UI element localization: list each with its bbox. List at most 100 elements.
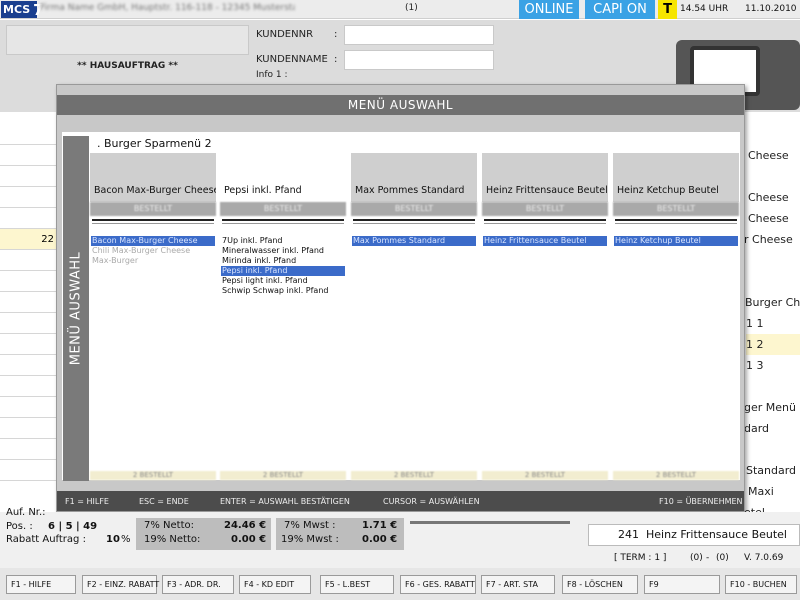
f5-lieferbest-button[interactable]: F5 - L.BEST xyxy=(320,575,394,594)
list-row-highlight: 22 xyxy=(0,229,56,250)
column-status: BESTELLT xyxy=(90,202,216,216)
f4-kunde-edit-button[interactable]: F4 - KD EDIT xyxy=(239,575,311,594)
list-row xyxy=(0,313,56,334)
menu-option[interactable]: Mineralwasser inkl. Pfand xyxy=(221,246,345,256)
menu-option-selected[interactable]: Heinz Ketchup Beutel xyxy=(614,236,738,246)
session-counter: (1) xyxy=(405,3,418,13)
column-footer: 2 BESTELLT xyxy=(220,471,346,480)
rabatt-percent: % xyxy=(121,534,131,545)
hint-esc: ESC = ENDE xyxy=(139,496,189,506)
right-list-item[interactable]: Cheese xyxy=(748,145,800,166)
last-item-name: Heinz Frittensauce Beutel xyxy=(646,528,787,541)
f3-adresse-button[interactable]: F3 - ADR. DR. xyxy=(162,575,234,594)
clock-date: 11.10.2010 xyxy=(745,4,797,14)
netto7-label: 7% Netto: xyxy=(144,520,195,531)
divider xyxy=(222,219,344,221)
progress-bar xyxy=(410,521,570,524)
f7-artikel-status-button[interactable]: F7 - ART. STA xyxy=(481,575,555,594)
kundenname-label: KUNDENNAME xyxy=(256,54,328,65)
column-header[interactable]: Bacon Max-Burger Cheese xyxy=(90,153,216,202)
kundenname-colon: : xyxy=(334,54,338,65)
divider xyxy=(353,223,475,224)
dialog-shortcut-bar: F1 = HILFE ESC = ENDE ENTER = AUSWAHL BE… xyxy=(57,491,744,511)
column-footer: 2 BESTELLT xyxy=(613,471,739,480)
list-row xyxy=(0,187,56,208)
list-row xyxy=(0,418,56,439)
rabatt-value: 10 xyxy=(106,534,120,545)
list-row xyxy=(0,250,56,271)
menu-option-selected[interactable]: Max Pommes Standard xyxy=(352,236,476,246)
dialog-title: MENÜ AUSWAHL xyxy=(57,95,744,115)
column-header[interactable]: Heinz Frittensauce Beutel xyxy=(482,153,608,202)
menu-option[interactable]: Max-Burger xyxy=(91,256,215,266)
menu-column-3[interactable]: Max Pommes Standard BESTELLT Max Pommes … xyxy=(351,153,477,480)
kundenname-input[interactable] xyxy=(344,50,494,70)
menu-option[interactable]: Bacon Max-Burger Cheese xyxy=(91,236,215,246)
right-list-item[interactable]: Standard xyxy=(746,460,800,481)
capi-status-badge: CAPI ON xyxy=(585,0,655,19)
divider xyxy=(92,219,214,221)
menu-option[interactable]: Schwip Schwap inkl. Pfand xyxy=(221,286,345,296)
right-list-item[interactable]: Cheese xyxy=(748,187,800,208)
right-list-item[interactable]: 1 1 xyxy=(746,313,800,334)
divider xyxy=(615,223,737,224)
f10-buchen-button[interactable]: F10 - BUCHEN xyxy=(725,575,797,594)
divider xyxy=(92,223,214,224)
hint-enter: ENTER = AUSWAHL BESTÄTIGEN xyxy=(220,496,350,506)
order-type-label: ** HAUSAUFTRAG ** xyxy=(77,61,178,71)
count-2: (0) xyxy=(716,553,729,563)
f2-einzel-rabatt-button[interactable]: F2 - EINZ. RABATT xyxy=(82,575,159,594)
menu-selection-dialog: MENÜ AUSWAHL MENÜ AUSWAHL . Burger Sparm… xyxy=(56,84,745,512)
online-status-badge: ONLINE xyxy=(519,0,579,19)
menu-option[interactable]: Pepsi light inkl. Pfand xyxy=(221,276,345,286)
terminal-indicator: [ TERM : 1 ] xyxy=(614,553,667,563)
right-list-item[interactable]: Maxi xyxy=(748,481,800,502)
mwst7-label: 7% Mwst : xyxy=(284,520,336,531)
rabatt-label: Rabatt Auftrag : xyxy=(6,534,86,545)
right-list-item[interactable]: ger Menü xyxy=(744,397,800,418)
list-row xyxy=(0,376,56,397)
netto19-label: 19% Netto: xyxy=(144,534,201,545)
clock-time: 14.54 UHR xyxy=(680,4,729,14)
hint-cursor: CURSOR = AUSWÄHLEN xyxy=(383,496,480,506)
f8-loeschen-button[interactable]: F8 - LÖSCHEN xyxy=(562,575,638,594)
menu-column-1[interactable]: Bacon Max-Burger Cheese BESTELLT Bacon M… xyxy=(90,153,216,480)
menu-column-2[interactable]: Pepsi inkl. Pfand BESTELLT 7Up inkl. Pfa… xyxy=(220,153,346,480)
kundennr-input[interactable] xyxy=(344,25,494,45)
count-dash: - xyxy=(706,553,710,563)
menu-option-selected[interactable]: Pepsi inkl. Pfand xyxy=(221,266,345,276)
menu-option[interactable]: Chili Max-Burger Cheese xyxy=(91,246,215,256)
f9-button[interactable]: F9 xyxy=(644,575,720,594)
right-list-item[interactable]: dard xyxy=(744,418,800,439)
mwst7-value: 1.71 € xyxy=(362,520,398,531)
right-list-item[interactable]: Burger Che xyxy=(745,292,800,313)
right-list-item[interactable]: 1 2 xyxy=(746,334,800,355)
info-label: Info 1 : xyxy=(256,70,288,80)
menu-option-selected[interactable]: Heinz Frittensauce Beutel xyxy=(483,236,607,246)
right-list-item[interactable]: 1 3 xyxy=(746,355,800,376)
menu-column-5[interactable]: Heinz Ketchup Beutel BESTELLT Heinz Ketc… xyxy=(613,153,739,480)
netto19-value: 0.00 € xyxy=(231,534,267,545)
header-box xyxy=(6,25,249,55)
order-number-label: Auf. Nr.: xyxy=(6,507,46,518)
list-row xyxy=(0,355,56,376)
divider xyxy=(353,219,475,221)
column-header[interactable]: Max Pommes Standard xyxy=(351,153,477,202)
f6-gesamt-rabatt-button[interactable]: F6 - GES. RABATT xyxy=(400,575,476,594)
menu-option[interactable]: 7Up inkl. Pfand xyxy=(221,236,345,246)
column-footer: 2 BESTELLT xyxy=(482,471,608,480)
list-row xyxy=(0,124,56,145)
menu-column-4[interactable]: Heinz Frittensauce Beutel BESTELLT Heinz… xyxy=(482,153,608,480)
column-header[interactable]: Heinz Ketchup Beutel xyxy=(613,153,739,202)
terminal-badge: T xyxy=(658,0,677,19)
f1-help-button[interactable]: F1 - HILFE xyxy=(6,575,76,594)
list-row xyxy=(0,397,56,418)
right-list-item[interactable]: Cheese xyxy=(748,208,800,229)
last-item-qty: 241 xyxy=(618,528,639,541)
menu-option[interactable]: Mirinda inkl. Pfand xyxy=(221,256,345,266)
mwst19-label: 19% Mwst : xyxy=(281,534,339,545)
column-header[interactable]: Pepsi inkl. Pfand xyxy=(220,153,346,202)
right-list-item[interactable]: r Cheese xyxy=(744,229,800,250)
column-status: BESTELLT xyxy=(220,202,346,216)
count-1: (0) xyxy=(690,553,703,563)
